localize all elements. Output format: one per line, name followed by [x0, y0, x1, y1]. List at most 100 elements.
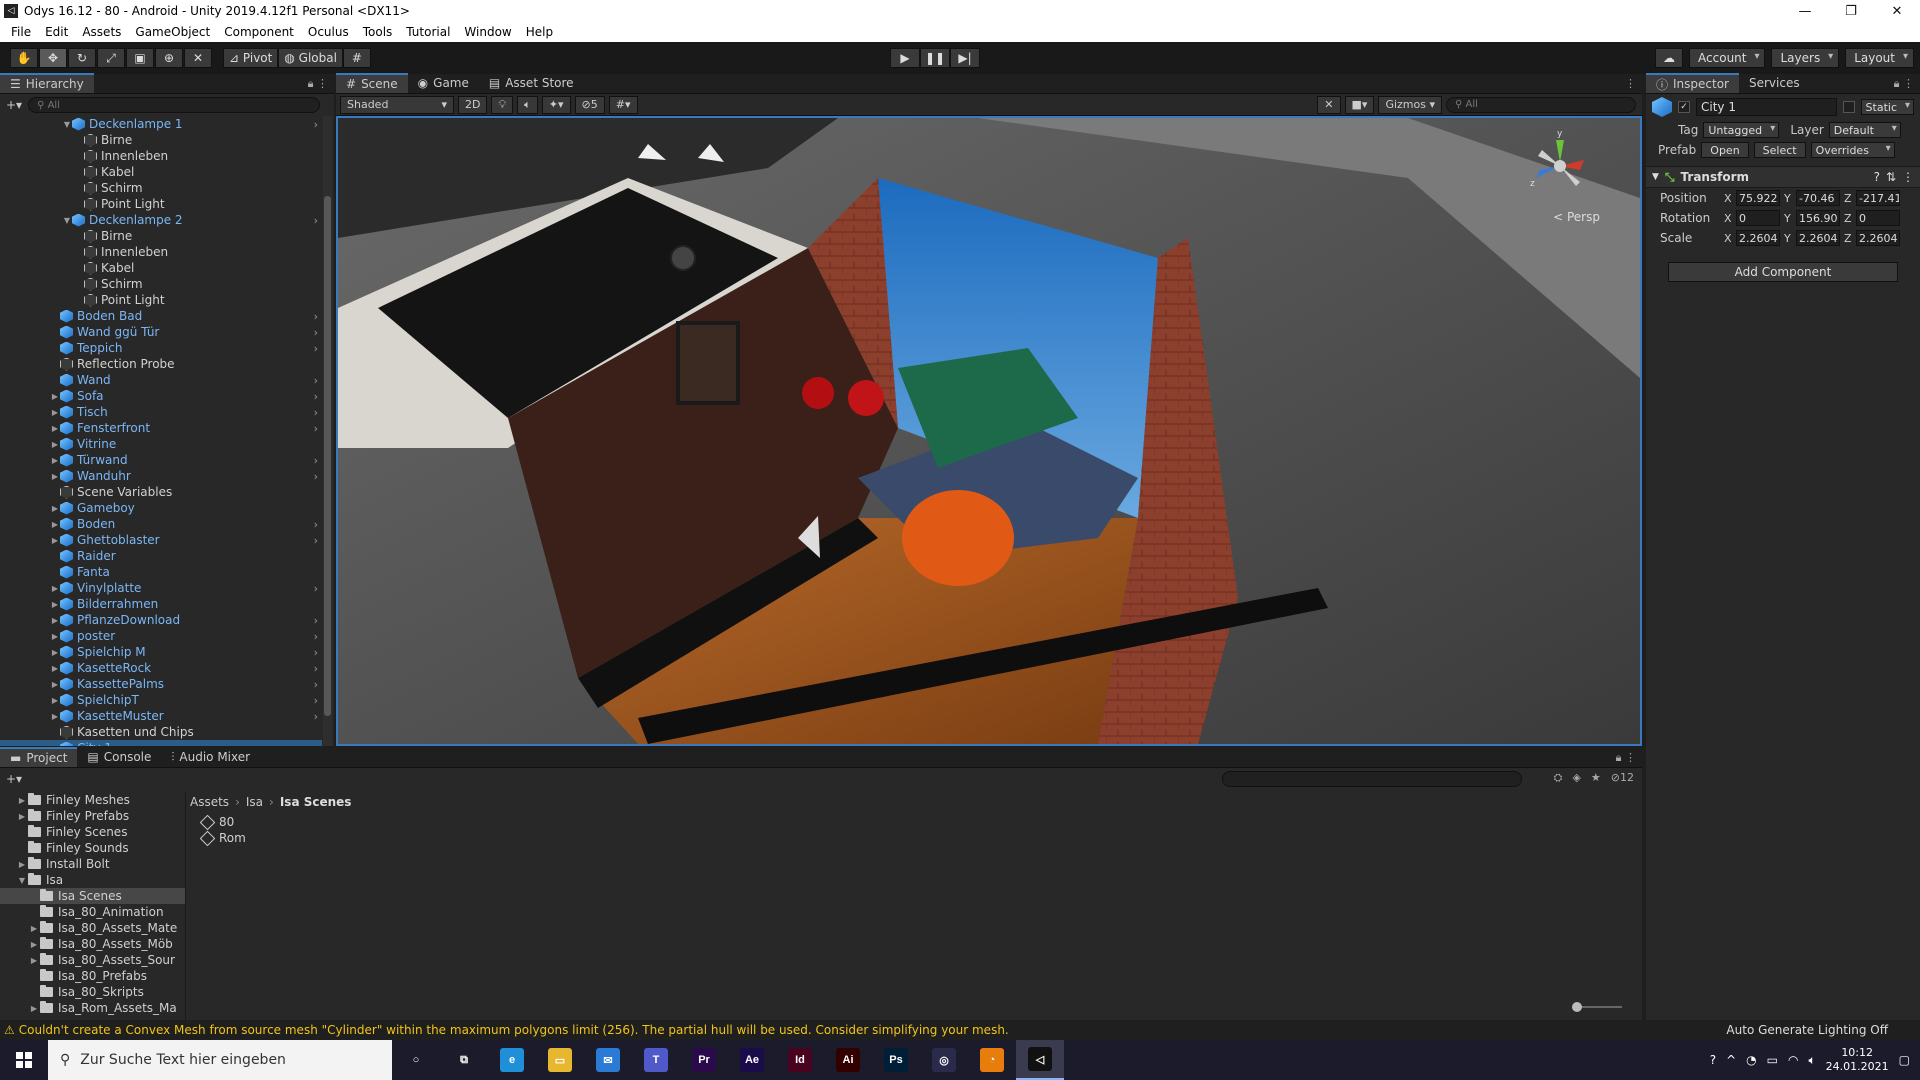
open-prefab-icon[interactable]: ›: [314, 214, 318, 227]
menu-edit[interactable]: Edit: [38, 25, 75, 39]
hierarchy-item[interactable]: ▶ Bilderrahmen: [0, 596, 322, 612]
layout-dropdown[interactable]: Layout: [1845, 48, 1914, 68]
battery-icon[interactable]: ▭: [1767, 1053, 1778, 1067]
project-folder-item[interactable]: ▶ Isa_80_Assets_Sour: [0, 952, 185, 968]
taskbar-premiere-button[interactable]: Pr: [680, 1040, 728, 1080]
open-prefab-icon[interactable]: ›: [314, 118, 318, 131]
chevron-right-icon[interactable]: ▶: [28, 1004, 40, 1013]
hierarchy-item[interactable]: ▶ Gameboy: [0, 500, 322, 516]
taskbar-file-explorer-button[interactable]: ▭: [536, 1040, 584, 1080]
wifi-icon[interactable]: ◠: [1788, 1053, 1798, 1067]
pause-icon[interactable]: ❚❚: [920, 48, 950, 68]
taskbar-after-effects-button[interactable]: Ae: [728, 1040, 776, 1080]
project-folder-item[interactable]: ▶ Isa_80_Assets_Mate: [0, 920, 185, 936]
chevron-down-icon[interactable]: ▼: [1652, 172, 1659, 182]
tab-audio-mixer[interactable]: ⫶ Audio Mixer: [161, 747, 260, 767]
scale-tool-icon[interactable]: ⤢: [97, 48, 125, 68]
hierarchy-item[interactable]: ▶ KassettePalms ›: [0, 676, 322, 692]
lock-icon[interactable]: 🔒︎ ⋮: [308, 77, 328, 91]
cloud-icon[interactable]: ☁: [1655, 48, 1684, 68]
layers-dropdown[interactable]: Layers: [1771, 48, 1840, 68]
pivot-toggle[interactable]: ⊿ Pivot: [223, 48, 279, 68]
hierarchy-item[interactable]: ▶ Tisch ›: [0, 404, 322, 420]
status-warning[interactable]: Couldn't create a Convex Mesh from sourc…: [19, 1023, 1727, 1037]
open-prefab-icon[interactable]: ›: [314, 710, 318, 723]
grid-icon[interactable]: #▾: [608, 95, 638, 114]
taskbar-mail-button[interactable]: ✉: [584, 1040, 632, 1080]
chevron-right-icon[interactable]: ▶: [50, 536, 60, 545]
tab-console[interactable]: ▤ Console: [77, 747, 161, 767]
open-prefab-icon[interactable]: ›: [314, 678, 318, 691]
grid-snap-icon[interactable]: #: [342, 48, 371, 68]
chevron-right-icon[interactable]: ▶: [50, 520, 60, 529]
position-x-field[interactable]: 75.922: [1736, 190, 1780, 206]
project-lock-icon[interactable]: 🔒︎ ⋮: [1616, 751, 1636, 765]
inspector-lock-icon[interactable]: 🔒︎ ⋮: [1894, 77, 1914, 91]
effects-icon[interactable]: ✦▾: [541, 95, 571, 114]
project-folder-item[interactable]: Finley Scenes: [0, 824, 185, 840]
taskbar-blender-button[interactable]: ◔: [968, 1040, 1016, 1080]
icon-size-slider[interactable]: [1572, 1002, 1622, 1012]
project-folder-item[interactable]: Finley Sounds: [0, 840, 185, 856]
shading-dropdown[interactable]: Shaded ▾: [340, 95, 454, 114]
hierarchy-item[interactable]: Innenleben: [0, 148, 322, 164]
asset-item[interactable]: 80: [199, 814, 246, 830]
breadcrumb-isa[interactable]: Isa: [246, 795, 263, 809]
chevron-right-icon[interactable]: ▶: [50, 408, 60, 417]
chevron-right-icon[interactable]: ▶: [28, 956, 40, 965]
rect-tool-icon[interactable]: ▣: [126, 48, 154, 68]
tools-icon[interactable]: ✕: [1317, 95, 1341, 114]
project-folder-item[interactable]: ▶ Isa_Rom_Assets_Ma: [0, 1000, 185, 1016]
global-toggle[interactable]: ◍ Global: [278, 48, 343, 68]
layer-dropdown[interactable]: Default: [1828, 122, 1901, 138]
hierarchy-scrollbar[interactable]: [323, 116, 332, 746]
project-folder-item[interactable]: ▼ Isa: [0, 872, 185, 888]
chevron-right-icon[interactable]: ▶: [16, 812, 28, 821]
hierarchy-item[interactable]: ▶ poster ›: [0, 628, 322, 644]
menu-tutorial[interactable]: Tutorial: [399, 25, 457, 39]
taskbar-task-view-button[interactable]: ⧉: [440, 1040, 488, 1080]
help-icon[interactable]: ?: [1874, 170, 1880, 184]
scale-z-field[interactable]: 2.2604: [1856, 230, 1900, 246]
hierarchy-item[interactable]: ▶ Türwand ›: [0, 452, 322, 468]
hierarchy-item[interactable]: ▶ Fensterfront ›: [0, 420, 322, 436]
taskbar-illustrator-button[interactable]: Ai: [824, 1040, 872, 1080]
hierarchy-item[interactable]: ▶ Boden ›: [0, 516, 322, 532]
hierarchy-item[interactable]: Schirm: [0, 276, 322, 292]
hierarchy-item[interactable]: Teppich ›: [0, 340, 322, 356]
notification-icon[interactable]: ▢: [1899, 1053, 1910, 1067]
hierarchy-item[interactable]: Kasetten und Chips: [0, 724, 322, 740]
menu-gameobject[interactable]: GameObject: [128, 25, 217, 39]
hierarchy-item[interactable]: ▶ PflanzeDownload ›: [0, 612, 322, 628]
open-prefab-icon[interactable]: ›: [314, 518, 318, 531]
preset-icon[interactable]: ⇅: [1886, 170, 1896, 184]
chevron-right-icon[interactable]: ▶: [50, 648, 60, 657]
static-checkbox[interactable]: [1842, 101, 1855, 113]
chevron-right-icon[interactable]: ▶: [50, 424, 60, 433]
taskbar-teams-button[interactable]: T: [632, 1040, 680, 1080]
position-y-field[interactable]: -70.46: [1796, 190, 1840, 206]
chevron-down-icon[interactable]: ▼: [62, 216, 72, 225]
project-folder-item[interactable]: ▶ Finley Meshes: [0, 792, 185, 808]
open-prefab-icon[interactable]: ›: [314, 630, 318, 643]
hierarchy-item[interactable]: ▶ Sofa ›: [0, 388, 322, 404]
chevron-down-icon[interactable]: ▼: [62, 120, 72, 129]
chevron-right-icon[interactable]: ▶: [50, 616, 60, 625]
audio-icon[interactable]: 🔈︎: [517, 95, 538, 114]
hierarchy-item[interactable]: ▶ City 1 ›: [0, 740, 322, 746]
taskbar-edge-button[interactable]: e: [488, 1040, 536, 1080]
hierarchy-item[interactable]: Birne: [0, 132, 322, 148]
chevron-right-icon[interactable]: ▶: [50, 584, 60, 593]
gizmos-dropdown[interactable]: Gizmos ▾: [1378, 95, 1442, 114]
taskbar-photoshop-button[interactable]: Ps: [872, 1040, 920, 1080]
rotation-x-field[interactable]: 0: [1736, 210, 1780, 226]
component-menu-icon[interactable]: ⋮: [1902, 170, 1914, 184]
account-dropdown[interactable]: Account: [1689, 48, 1766, 68]
taskbar-indesign-button[interactable]: Id: [776, 1040, 824, 1080]
rotate-tool-icon[interactable]: ↻: [68, 48, 96, 68]
hierarchy-item[interactable]: ▼ Deckenlampe 2 ›: [0, 212, 322, 228]
volume-icon[interactable]: 🔈︎: [1808, 1053, 1815, 1068]
minimize-button[interactable]: —: [1782, 0, 1828, 22]
label-icon[interactable]: ◈: [1572, 771, 1580, 785]
hierarchy-item[interactable]: Wand ›: [0, 372, 322, 388]
